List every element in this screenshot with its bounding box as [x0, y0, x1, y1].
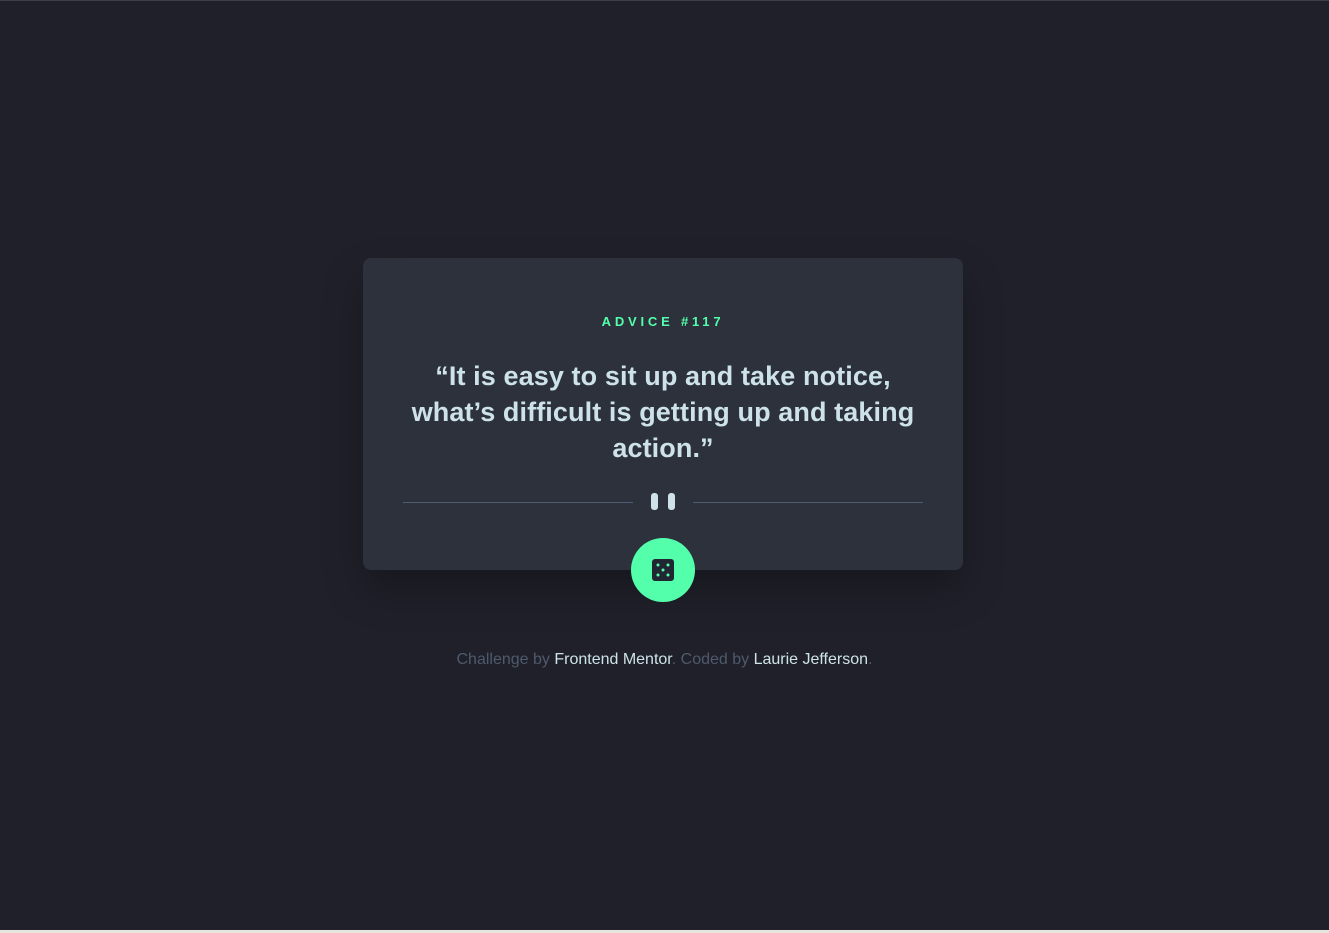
divider-right	[693, 502, 923, 503]
advice-card: ADVICE #117 “It is easy to sit up and ta…	[363, 258, 963, 602]
footer-prefix: Challenge by	[456, 651, 555, 668]
advice-id-label: ADVICE #117	[601, 314, 725, 329]
advice-quote: “It is easy to sit up and take notice, w…	[411, 361, 915, 463]
attribution-footer: Challenge by Frontend Mentor. Coded by L…	[0, 651, 1329, 669]
footer-middle: . Coded by	[671, 651, 754, 668]
window-top-border	[0, 0, 1329, 1]
footer-suffix: .	[868, 651, 873, 668]
dice-icon	[652, 559, 674, 581]
pause-icon	[651, 493, 675, 510]
frontend-mentor-link[interactable]: Frontend Mentor	[554, 651, 671, 668]
divider-left	[403, 502, 633, 503]
author-link[interactable]: Laurie Jefferson	[754, 651, 868, 668]
generate-advice-button[interactable]	[631, 538, 695, 602]
